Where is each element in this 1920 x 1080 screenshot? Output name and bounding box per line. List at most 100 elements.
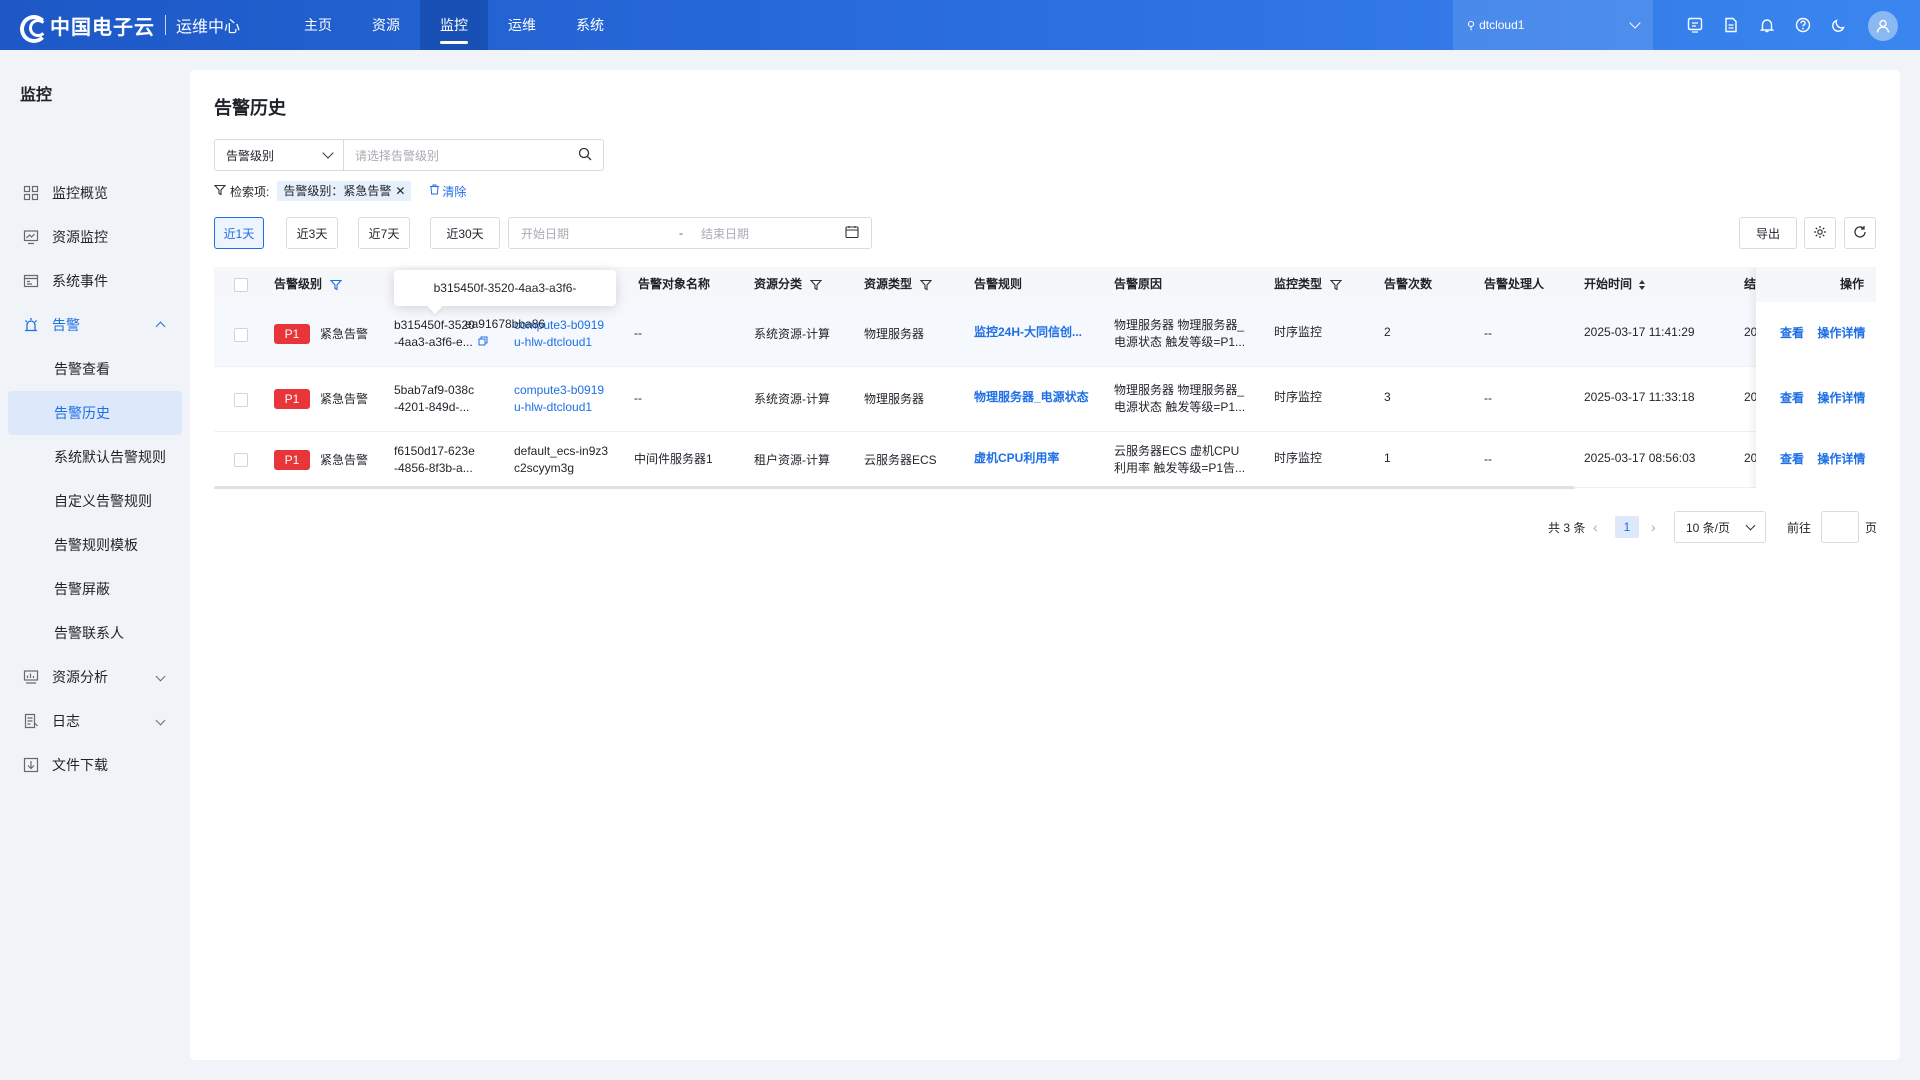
sidebar-item-system-events[interactable]: 系统事件 — [8, 259, 182, 303]
horizontal-scrollbar[interactable] — [214, 486, 1575, 489]
sidebar-title: 监控 — [20, 87, 53, 104]
alarm-level-search-input[interactable]: 请选择告警级别 — [343, 139, 604, 171]
range-7-day-button[interactable]: 近7天 — [358, 217, 410, 249]
range-1-day-button[interactable]: 近1天 — [214, 217, 264, 249]
operation-detail-link[interactable]: 操作详情 — [1817, 326, 1865, 340]
object-id-line2: -4856-8f3b-a... — [394, 461, 473, 475]
th-start-time[interactable]: 开始时间 — [1584, 267, 1646, 302]
sidebar-item-label: 文件下载 — [52, 757, 108, 773]
view-link[interactable]: 查看 — [1780, 326, 1804, 340]
reason-line1: 物理服务器 物理服务器_ — [1114, 383, 1245, 397]
nav-resources[interactable]: 资源 — [352, 0, 420, 50]
sidebar: 监控 监控概览 资源监控 系统事件 告警 告警查看 告警历史 系统默认告警规则 … — [0, 50, 188, 1080]
help-icon[interactable] — [1794, 16, 1812, 34]
start-time-cell: 2025-03-17 11:41:29 — [1584, 325, 1695, 339]
sidebar-sub-alarm-history[interactable]: 告警历史 — [8, 391, 182, 435]
actions-column: 操作 查看 操作详情 查看 操作详情 查看 操作详情 — [1756, 267, 1876, 489]
sidebar-sub-rule-templates[interactable]: 告警规则模板 — [8, 523, 182, 567]
goto-unit: 页 — [1865, 521, 1878, 535]
chevron-down-icon — [155, 715, 166, 726]
end-date-input[interactable]: 结束日期 — [701, 225, 841, 242]
range-30-day-button[interactable]: 近30天 — [430, 217, 500, 249]
nav-operations[interactable]: 运维 — [488, 0, 556, 50]
count-cell: 1 — [1384, 451, 1391, 465]
sidebar-item-log[interactable]: 日志 — [8, 699, 182, 743]
page-size-value: 10 条/页 — [1686, 520, 1731, 535]
table-row[interactable]: P1 紧急告警 f6150d17-623e -4856-8f3b-a... def… — [214, 432, 1876, 488]
row-checkbox[interactable] — [234, 393, 248, 407]
filter-icon[interactable] — [920, 279, 933, 291]
object-name-cell: -- — [634, 326, 642, 340]
page-number-1[interactable]: 1 — [1615, 516, 1639, 538]
bell-icon[interactable] — [1758, 16, 1776, 34]
user-avatar-icon[interactable] — [1868, 11, 1898, 41]
sidebar-item-resource-monitor[interactable]: 资源监控 — [8, 215, 182, 259]
th-rule: 告警规则 — [974, 277, 1023, 291]
filter-icon[interactable] — [1330, 279, 1343, 291]
filter-field-select[interactable]: 告警级别 — [214, 139, 344, 171]
sidebar-item-alarm[interactable]: 告警 — [8, 303, 182, 347]
goto-page-input[interactable] — [1821, 511, 1859, 543]
rule-link[interactable]: 虚机CPU利用率 — [974, 450, 1059, 467]
sidebar-sub-alarm-mask[interactable]: 告警屏蔽 — [8, 567, 182, 611]
view-link[interactable]: 查看 — [1780, 452, 1804, 466]
select-all-checkbox[interactable] — [234, 278, 248, 292]
console-icon[interactable] — [1686, 16, 1704, 34]
reason-cell: 物理服务器 物理服务器_ 电源状态 触发等级=P1... — [1114, 317, 1245, 351]
count-cell: 3 — [1384, 390, 1391, 404]
clear-criteria-button[interactable]: 清除 — [429, 183, 466, 200]
brand-logo[interactable]: 中国电子云 运维中心 — [20, 12, 240, 43]
main-panel: 告警历史 告警级别 请选择告警级别 检索项: 告警级别：紧急告警 ✕ 清除 近1… — [190, 70, 1900, 1060]
operation-detail-link[interactable]: 操作详情 — [1817, 452, 1865, 466]
rule-link[interactable]: 物理服务器_电源状态 — [974, 389, 1089, 406]
region-selector[interactable]: ⚲ dtcloud1 — [1453, 0, 1653, 50]
sidebar-item-file-download[interactable]: 文件下载 — [8, 743, 182, 787]
nav-system[interactable]: 系统 — [556, 0, 624, 50]
resource-type-cell: 物理服务器 — [864, 392, 925, 406]
sidebar-item-resource-analysis[interactable]: 资源分析 — [8, 655, 182, 699]
document-icon[interactable] — [1722, 16, 1740, 34]
object-link[interactable]: compute3-b0919 u-hlw-dtcloud1 — [514, 382, 604, 416]
range-3-day-button[interactable]: 近3天 — [286, 217, 338, 249]
export-button[interactable]: 导出 — [1739, 217, 1797, 249]
sidebar-sub-alarm-view[interactable]: 告警查看 — [8, 347, 182, 391]
object-line2: u-hlw-dtcloud1 — [514, 400, 593, 414]
operation-detail-link[interactable]: 操作详情 — [1817, 391, 1865, 405]
start-date-input[interactable]: 开始日期 — [521, 225, 679, 242]
table-row[interactable]: P1 紧急告警 b315450f-3520 -4aa3-a3f6-e... com… — [214, 302, 1876, 367]
row-checkbox[interactable] — [234, 453, 248, 467]
object-name-cell: 中间件服务器1 — [634, 452, 713, 466]
refresh-button[interactable] — [1844, 217, 1876, 249]
page-size-select[interactable]: 10 条/页 — [1674, 511, 1766, 543]
filter-icon[interactable] — [810, 279, 823, 291]
sidebar-sub-default-rules[interactable]: 系统默认告警规则 — [8, 435, 182, 479]
top-bar: 中国电子云 运维中心 主页 资源 监控 运维 系统 ⚲ dtcloud1 — [0, 0, 1920, 50]
view-link[interactable]: 查看 — [1780, 391, 1804, 405]
nav-home[interactable]: 主页 — [284, 0, 352, 50]
sidebar-sub-alarm-contacts[interactable]: 告警联系人 — [8, 611, 182, 655]
pagination-total: 共 3 条 — [1548, 521, 1586, 535]
gear-icon — [1813, 225, 1827, 242]
calendar-icon[interactable] — [845, 225, 859, 242]
search-icon[interactable] — [578, 147, 592, 164]
date-range-picker[interactable]: 开始日期 - 结束日期 — [508, 217, 872, 249]
row-actions: 查看 操作详情 — [1780, 451, 1865, 468]
next-page-button[interactable]: › — [1651, 519, 1656, 535]
rule-link[interactable]: 监控24H-大同信创... — [974, 324, 1082, 341]
prev-page-button[interactable]: ‹ — [1593, 519, 1598, 535]
settings-button[interactable] — [1804, 217, 1836, 249]
object-id-line2: -4201-849d-... — [394, 400, 470, 414]
table-row[interactable]: P1 紧急告警 5bab7af9-038c -4201-849d-... comp… — [214, 367, 1876, 432]
close-icon[interactable]: ✕ — [395, 181, 405, 201]
filter-icon[interactable] — [330, 279, 343, 291]
sort-icon[interactable] — [1638, 279, 1646, 291]
sidebar-item-monitor-overview[interactable]: 监控概览 — [8, 171, 182, 215]
object-id-line1: f6150d17-623e — [394, 444, 475, 458]
moon-icon[interactable] — [1830, 16, 1848, 34]
th-level: 告警级别 — [274, 267, 343, 302]
goto-label: 前往 — [1787, 521, 1812, 535]
sidebar-item-label: 告警 — [52, 317, 80, 333]
sidebar-sub-custom-rules[interactable]: 自定义告警规则 — [8, 479, 182, 523]
row-checkbox[interactable] — [234, 328, 248, 342]
nav-monitoring[interactable]: 监控 — [420, 0, 488, 50]
